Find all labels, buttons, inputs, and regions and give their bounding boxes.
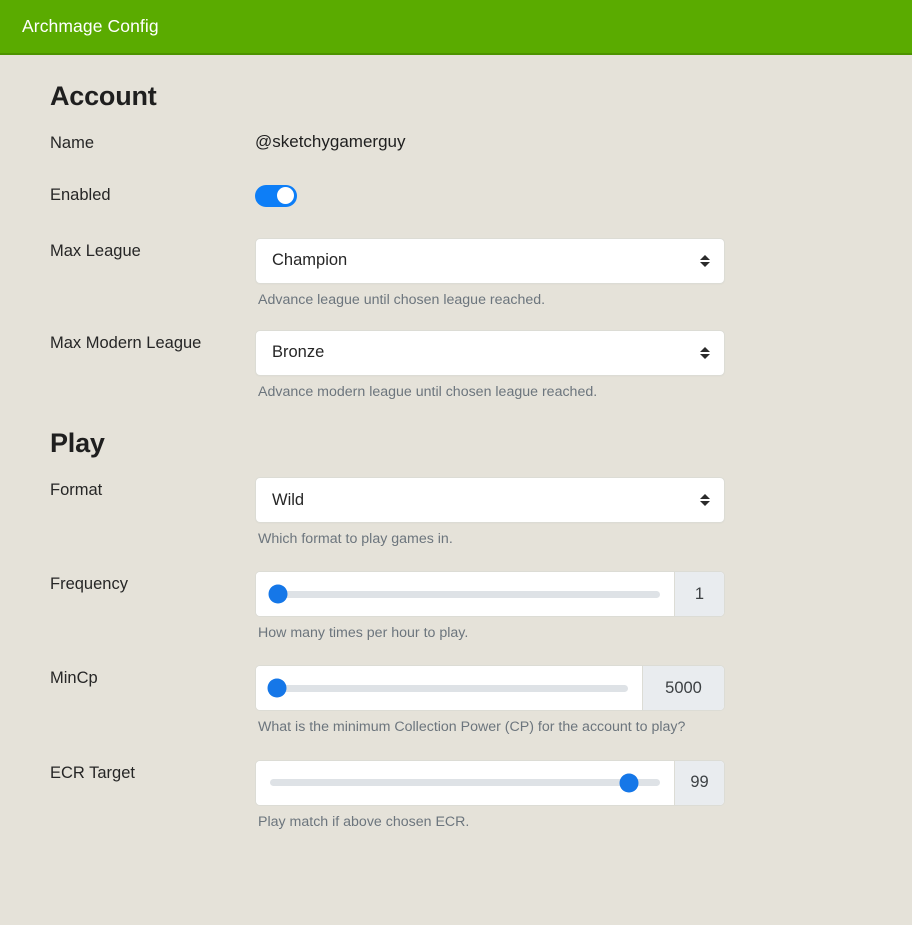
section-title-play: Play	[50, 428, 105, 459]
field-row-max-modern-league: Max Modern League Bronze Advance modern …	[0, 329, 912, 402]
help-max-modern-league: Advance modern league until chosen leagu…	[258, 383, 598, 400]
select-max-modern-league-value: Bronze	[272, 343, 325, 362]
slider-ecr-target[interactable]	[256, 760, 674, 805]
chevron-up-glyph	[699, 346, 710, 352]
section-title-account: Account	[50, 81, 157, 111]
select-format-value: Wild	[272, 490, 305, 509]
slider-thumb-frequency[interactable]	[268, 584, 288, 604]
control-ecr-target: 99 Play match if above chosen ECR.	[255, 759, 725, 832]
control-mincp: 5000 What is the minimum Collection Powe…	[255, 665, 725, 737]
slider-group-frequency: 1	[255, 571, 725, 618]
label-mincp: MinCp	[50, 669, 98, 688]
slider-group-mincp: 5000	[255, 665, 725, 712]
control-max-league: Champion Advance league until chosen lea…	[255, 237, 725, 310]
control-max-modern-league: Bronze Advance modern league until chose…	[255, 329, 725, 402]
control-frequency: 1 How many times per hour to play.	[255, 571, 725, 643]
chevron-up-glyph	[699, 254, 710, 260]
slider-track-ecr-target	[270, 773, 660, 793]
slider-track-frequency	[268, 584, 660, 604]
label-name: Name	[50, 134, 95, 152]
field-row-mincp: MinCp 5000 What is the minimum Collectio…	[0, 665, 912, 737]
slider-thumb-ecr-target[interactable]	[619, 773, 639, 793]
field-row-ecr-target: ECR Target 99 Play match if above chosen…	[0, 759, 912, 832]
toggle-enabled[interactable]	[255, 184, 297, 207]
toggle-knob	[277, 187, 294, 205]
field-row-max-league: Max League Champion Advance league until…	[0, 237, 912, 310]
slider-frequency[interactable]	[256, 572, 674, 617]
settings-page: Account Name @sketchygamerguy Enabled Ma…	[0, 55, 912, 832]
chevron-updown-icon	[699, 252, 710, 270]
slider-mincp[interactable]	[256, 666, 642, 711]
help-format: Which format to play games in.	[258, 531, 453, 548]
slider-thumb-mincp[interactable]	[267, 678, 287, 698]
label-frequency: Frequency	[50, 575, 128, 594]
field-row-frequency: Frequency 1 How many times per hour to p…	[0, 571, 912, 643]
chevron-down-glyph	[699, 501, 710, 507]
field-row-name: Name @sketchygamerguy	[0, 130, 912, 154]
field-row-enabled: Enabled	[0, 182, 912, 212]
chevron-updown-icon	[699, 491, 710, 509]
slider-value-mincp: 5000	[642, 666, 724, 711]
chevron-up-glyph	[699, 494, 710, 500]
select-max-league[interactable]: Champion	[255, 237, 725, 284]
select-max-modern-league[interactable]: Bronze	[255, 329, 725, 376]
value-account-name: @sketchygamerguy	[255, 132, 406, 151]
slider-value-frequency: 1	[674, 572, 724, 617]
field-row-format: Format Wild Which format to play games i…	[0, 477, 912, 549]
chevron-updown-icon	[699, 344, 710, 362]
control-enabled	[255, 182, 725, 212]
help-max-league: Advance league until chosen league reach…	[258, 291, 546, 308]
label-format: Format	[50, 481, 103, 500]
label-ecr-target: ECR Target	[50, 763, 135, 782]
control-name: @sketchygamerguy	[255, 130, 725, 152]
control-format: Wild Which format to play games in.	[255, 477, 725, 549]
slider-track-mincp	[267, 678, 628, 698]
slider-value-ecr-target: 99	[674, 760, 724, 805]
chevron-down-glyph	[699, 261, 710, 267]
help-frequency: How many times per hour to play.	[258, 625, 469, 642]
app-header: Archmage Config	[0, 0, 912, 55]
label-enabled: Enabled	[50, 185, 111, 204]
select-format[interactable]: Wild	[255, 477, 725, 524]
label-max-modern-league: Max Modern League	[50, 333, 202, 352]
help-mincp: What is the minimum Collection Power (CP…	[258, 719, 686, 736]
help-ecr-target: Play match if above chosen ECR.	[258, 813, 470, 830]
app-title: Archmage Config	[22, 16, 159, 36]
slider-group-ecr-target: 99	[255, 759, 725, 806]
chevron-down-glyph	[699, 353, 710, 359]
label-max-league: Max League	[50, 241, 141, 260]
select-max-league-value: Champion	[272, 251, 348, 270]
